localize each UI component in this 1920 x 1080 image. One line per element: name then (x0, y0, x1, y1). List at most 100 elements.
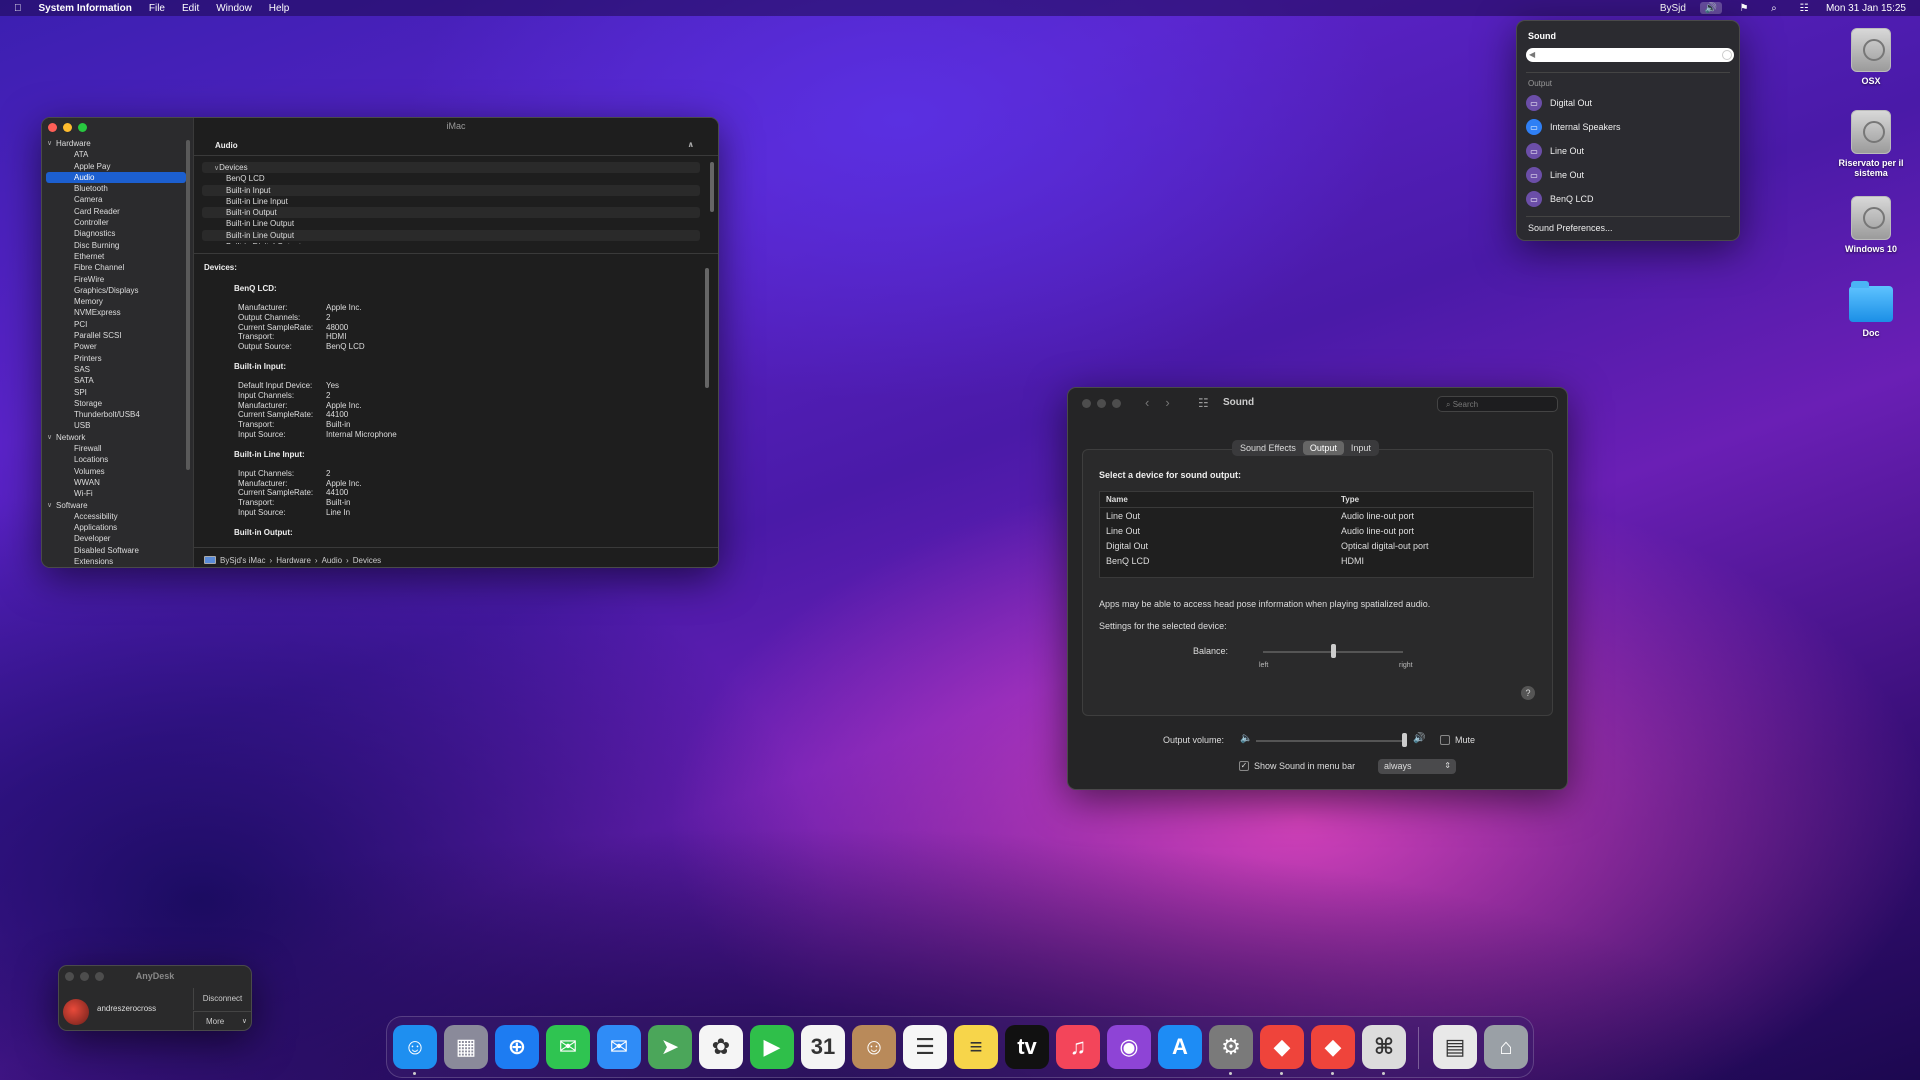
sidebar-item[interactable]: Card Reader (46, 206, 186, 217)
dock-finder-icon[interactable]: ☺ (393, 1025, 437, 1069)
control-center-icon[interactable]: ☷ (1796, 2, 1812, 14)
sidebar-item[interactable]: Ethernet (46, 251, 186, 262)
dock-podcasts-icon[interactable]: ◉ (1107, 1025, 1151, 1069)
dock-contacts-icon[interactable]: ☺ (852, 1025, 896, 1069)
dock-calendar-icon[interactable]: 31 (801, 1025, 845, 1069)
menubar-user[interactable]: BySjd (1660, 3, 1686, 14)
sidebar-item[interactable]: Wi-Fi (46, 488, 186, 499)
output-device-item[interactable]: ▭ Line Out (1526, 141, 1732, 161)
device-row[interactable]: Built-in Line Output (202, 229, 700, 242)
app-menu[interactable]: System Information (39, 3, 132, 14)
mute-checkbox[interactable] (1440, 735, 1450, 745)
mute-toggle[interactable]: Mute (1440, 735, 1475, 745)
sidebar-group[interactable]: Software (46, 500, 186, 511)
sidebar-item[interactable]: Applications (46, 522, 186, 533)
more-button[interactable]: More (193, 1011, 251, 1030)
sidebar-item[interactable]: SATA (46, 375, 186, 386)
close-button[interactable] (1082, 399, 1091, 408)
output-volume-knob[interactable] (1402, 733, 1407, 747)
table-row[interactable]: BenQ LCD HDMI (1100, 553, 1533, 568)
device-row[interactable]: Built-in Input (202, 184, 700, 196)
split-divider[interactable] (194, 253, 718, 254)
show-all-grid-icon[interactable]: ☷ (1198, 396, 1209, 410)
dock-safari-icon[interactable]: ⊕ (495, 1025, 539, 1069)
sidebar-item[interactable]: Parallel SCSI (46, 330, 186, 341)
sidebar-item[interactable]: WWAN (46, 477, 186, 488)
balance-slider-knob[interactable] (1331, 644, 1336, 658)
minimize-button[interactable] (1097, 399, 1106, 408)
menubar-clock[interactable]: Mon 31 Jan 15:25 (1826, 3, 1906, 14)
sidebar-group[interactable]: Hardware (46, 138, 186, 149)
sidebar-item[interactable]: Developer (46, 533, 186, 544)
sidebar-item[interactable]: Memory (46, 296, 186, 307)
device-group[interactable]: Devices (202, 162, 700, 174)
path-item[interactable]: Hardware (276, 556, 311, 565)
dock-tv-icon[interactable]: tv (1005, 1025, 1049, 1069)
sidebar-item[interactable]: Disc Burning (46, 240, 186, 251)
dock-downloads-icon[interactable]: ▤ (1433, 1025, 1477, 1069)
device-list-scrollbar[interactable] (710, 162, 714, 212)
disconnect-button[interactable]: Disconnect (193, 988, 251, 1010)
sidebar-item[interactable]: Fibre Channel (46, 262, 186, 273)
dock-messages-icon[interactable]: ✉ (546, 1025, 590, 1069)
volume-slider-knob[interactable] (1722, 50, 1732, 60)
sidebar-group[interactable]: Network (46, 432, 186, 443)
sidebar-scrollbar[interactable] (186, 140, 190, 470)
column-name[interactable]: Name (1100, 495, 1337, 504)
output-device-item[interactable]: ▭ Digital Out (1526, 93, 1732, 113)
minimize-button[interactable] (63, 123, 72, 132)
dock-maps-icon[interactable]: ➤ (648, 1025, 692, 1069)
tab-sound-effects[interactable]: Sound Effects (1233, 441, 1303, 455)
desktop-disk-system[interactable]: Riservato per il sistema (1826, 110, 1916, 178)
desktop-folder-doc[interactable]: Doc (1826, 280, 1916, 338)
sidebar-item[interactable]: Bluetooth (46, 183, 186, 194)
dock-app-store-icon[interactable]: A (1158, 1025, 1202, 1069)
menu-file[interactable]: File (149, 3, 165, 14)
sidebar-item[interactable]: Thunderbolt/USB4 (46, 409, 186, 420)
dock-mail-icon[interactable]: ✉ (597, 1025, 641, 1069)
table-row[interactable]: Line Out Audio line-out port (1100, 523, 1533, 538)
dock-trash-icon[interactable]: ⌂ (1484, 1025, 1528, 1069)
table-row[interactable]: Digital Out Optical digital-out port (1100, 538, 1533, 553)
tab-output[interactable]: Output (1302, 441, 1344, 455)
dock-notes-icon[interactable]: ≡ (954, 1025, 998, 1069)
chevron-up-icon[interactable]: ∧ (688, 140, 695, 149)
close-button[interactable] (48, 123, 57, 132)
show-in-menubar-checkbox[interactable]: ✓ (1239, 761, 1249, 771)
dock-anydesk-icon[interactable]: ◆ (1260, 1025, 1304, 1069)
device-row[interactable]: Built-in Output (202, 207, 700, 219)
sidebar-item[interactable]: Audio (46, 171, 186, 184)
sidebar-item[interactable]: FireWire (46, 274, 186, 285)
zoom-button[interactable] (78, 123, 87, 132)
dock-facetime-icon[interactable]: ▶ (750, 1025, 794, 1069)
device-row[interactable]: Built-in Line Output (202, 218, 700, 229)
sidebar-item[interactable]: ATA (46, 149, 186, 160)
sidebar-item[interactable]: Extensions (46, 556, 186, 567)
sound-preferences-item[interactable]: Sound Preferences... (1528, 223, 1613, 233)
section-header[interactable]: Audio ∧ (194, 136, 718, 156)
forward-icon[interactable]: › (1165, 395, 1169, 410)
path-item[interactable]: Audio (322, 556, 342, 565)
sound-icon[interactable]: 🔊 (1699, 2, 1722, 14)
output-volume-slider[interactable] (1256, 740, 1406, 742)
output-device-item[interactable]: ▭ Internal Speakers (1526, 117, 1732, 137)
dock-music-icon[interactable]: ♫ (1056, 1025, 1100, 1069)
sidebar-item[interactable]: SPI (46, 387, 186, 398)
apple-menu-icon[interactable]:  (14, 3, 22, 14)
sidebar-item[interactable]: Printers (46, 353, 186, 364)
sidebar-item[interactable]: Volumes (46, 466, 186, 477)
menu-window[interactable]: Window (216, 3, 252, 14)
zoom-button[interactable] (1112, 399, 1121, 408)
show-in-menubar-toggle[interactable]: ✓ Show Sound in menu bar (1239, 761, 1355, 771)
path-item[interactable]: Devices (353, 556, 381, 565)
output-device-item[interactable]: ▭ BenQ LCD (1526, 189, 1732, 209)
dock-reminders-icon[interactable]: ☰ (903, 1025, 947, 1069)
search-icon[interactable]: ⌕ (1766, 2, 1782, 14)
search-field[interactable]: ⌕ Search (1437, 396, 1558, 412)
sidebar-item[interactable]: NVMExpress (46, 307, 186, 318)
sidebar-item[interactable]: Graphics/Displays (46, 285, 186, 296)
device-row[interactable]: Built-in Digital Output (202, 241, 700, 244)
sidebar-item[interactable]: Camera (46, 194, 186, 205)
menu-edit[interactable]: Edit (182, 3, 199, 14)
table-row[interactable]: Line Out Audio line-out port (1100, 508, 1533, 523)
